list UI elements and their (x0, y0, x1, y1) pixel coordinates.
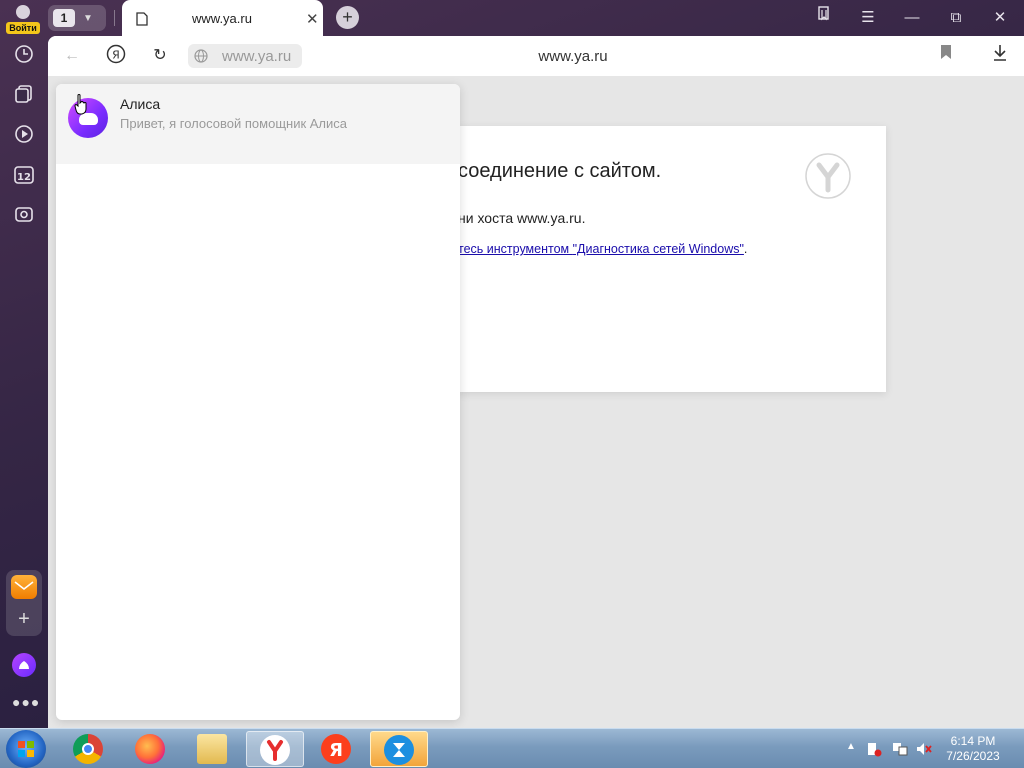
login-label: Войти (6, 22, 40, 34)
error-hint: тесь инструментом "Диагностика сетей Win… (458, 242, 747, 256)
explorer-icon (197, 734, 227, 764)
hint-suffix: . (743, 242, 748, 256)
yandex-icon: Я (321, 734, 351, 764)
clock-time: 6:14 PM (950, 734, 996, 748)
bookmarks-icon[interactable] (812, 6, 836, 30)
tab-divider (114, 10, 115, 26)
close-window-icon[interactable]: ✕ (988, 6, 1012, 30)
suggestion-title: Алиса (120, 96, 161, 112)
address-bar[interactable]: www.ya.ru (188, 44, 302, 68)
taskbar-explorer[interactable] (184, 731, 242, 767)
mail-icon[interactable] (11, 575, 37, 599)
chrome-icon (73, 734, 103, 764)
bookmark-icon[interactable] (934, 44, 958, 68)
screenshot-icon[interactable] (12, 204, 36, 228)
diagnostics-link[interactable]: "Диагностика сетей Windows" (573, 242, 744, 256)
navigation-toolbar: ← Я ↻ www.ya.ru www.ya.ru (48, 36, 1024, 76)
sidebar-panel-mail: + (6, 570, 42, 636)
system-clock[interactable]: 6:14 PM 7/26/2023 (938, 734, 1008, 764)
restore-icon[interactable]: ⧉ (944, 6, 968, 30)
taskbar-yandex[interactable]: Я (308, 731, 366, 767)
alice-icon[interactable] (12, 653, 36, 677)
tab-strip: Войти 1 ▼ www.ya.ru ✕ + ☰ — ⧉ ✕ (0, 0, 1024, 37)
volume-muted-icon[interactable] (916, 741, 932, 757)
action-center-icon[interactable] (866, 741, 882, 757)
back-icon[interactable]: ← (60, 44, 84, 68)
suggestions-dropdown: Алиса Привет, я голосовой помощник Алиса (56, 84, 460, 720)
yandex-logo-icon (805, 153, 851, 199)
clock-date: 7/26/2023 (946, 749, 1000, 763)
more-icon[interactable]: ●●● (12, 694, 39, 710)
profile-button[interactable]: Войти (6, 3, 40, 34)
tab-count: 1 (53, 9, 75, 27)
network-icon[interactable] (892, 741, 908, 757)
error-message: соединение с сайтом. ни хоста www.ya.ru.… (458, 126, 886, 392)
taskbar: Я ▲ 6:14 PM 7/26/2023 (0, 728, 1024, 768)
hourglass-app-icon (384, 735, 414, 765)
chevron-down-icon: ▼ (83, 12, 93, 24)
hint-prefix-link[interactable]: тесь инструментом (458, 242, 573, 256)
address-text: www.ya.ru (222, 47, 292, 65)
new-tab-button[interactable]: + (336, 6, 359, 29)
page-icon (136, 11, 148, 26)
video-icon[interactable] (12, 124, 36, 148)
menu-icon[interactable]: ☰ (856, 6, 880, 30)
calendar-icon[interactable]: 12 (12, 164, 36, 188)
svg-text:Я: Я (329, 740, 343, 761)
yandex-browser-icon (260, 735, 290, 765)
yandex-home-icon[interactable]: Я (104, 44, 128, 68)
browser-content: ← Я ↻ www.ya.ru www.ya.ru соединение с с… (48, 36, 1024, 728)
hand-cursor-icon (74, 94, 87, 115)
taskbar-firefox[interactable] (122, 731, 180, 767)
taskbar-yandex-browser[interactable] (246, 731, 304, 767)
collections-icon[interactable] (12, 84, 36, 108)
error-host-line: ни хоста www.ya.ru. (458, 210, 586, 226)
suggestion-subtitle: Привет, я голосовой помощник Алиса (120, 116, 348, 131)
tabs-overview-button[interactable]: 1 ▼ (48, 5, 106, 31)
taskbar-hourglass-app[interactable] (370, 731, 428, 767)
page-title: www.ya.ru (538, 48, 608, 65)
close-tab-icon[interactable]: ✕ (306, 10, 319, 28)
show-hidden-icons[interactable]: ▲ (846, 741, 856, 752)
suggestion-item-alice[interactable]: Алиса Привет, я голосовой помощник Алиса (56, 84, 460, 164)
tab-active[interactable]: www.ya.ru ✕ (122, 0, 323, 37)
svg-text:12: 12 (17, 172, 31, 183)
browser-window: Войти 1 ▼ www.ya.ru ✕ + ☰ — ⧉ ✕ 12 + ●●●… (0, 0, 1024, 728)
reload-icon[interactable]: ↻ (148, 44, 172, 68)
download-icon[interactable] (988, 44, 1012, 68)
firefox-icon (135, 734, 165, 764)
taskbar-chrome[interactable] (60, 731, 118, 767)
error-title: соединение с сайтом. (458, 160, 662, 182)
globe-icon (194, 49, 208, 63)
user-avatar-icon (16, 5, 30, 19)
sidebar: 12 + ●●● (0, 36, 48, 728)
minimize-icon[interactable]: — (900, 6, 924, 30)
tab-title: www.ya.ru (192, 11, 252, 26)
history-icon[interactable] (12, 44, 36, 68)
svg-text:Я: Я (112, 49, 120, 62)
start-button[interactable] (6, 730, 46, 768)
add-panel-icon[interactable]: + (6, 608, 42, 631)
